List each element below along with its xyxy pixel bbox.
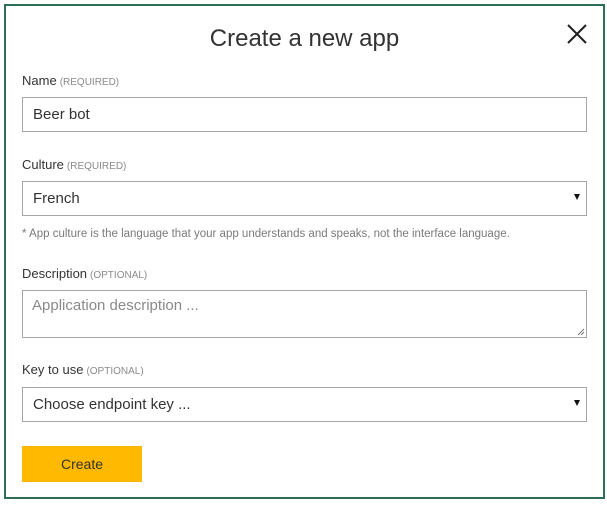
culture-selected-value: French	[33, 190, 80, 207]
key-optional-tag: (OPTIONAL)	[86, 366, 144, 377]
culture-label-text: Culture	[22, 157, 64, 172]
endpoint-key-select[interactable]: Choose endpoint key ...	[22, 387, 587, 422]
name-label: Name (REQUIRED)	[22, 73, 119, 88]
culture-label: Culture (REQUIRED)	[22, 157, 126, 172]
culture-select[interactable]: French	[22, 181, 587, 216]
description-textarea[interactable]: Application description ...	[22, 290, 587, 338]
resize-handle-icon[interactable]	[577, 328, 585, 336]
chevron-down-icon	[574, 400, 580, 406]
endpoint-key-selected-value: Choose endpoint key ...	[33, 396, 191, 413]
name-required-tag: (REQUIRED)	[59, 77, 120, 88]
description-placeholder: Application description ...	[32, 297, 199, 314]
description-label-text: Description	[22, 266, 88, 281]
chevron-down-icon	[574, 194, 580, 200]
culture-required-tag: (REQUIRED)	[66, 161, 127, 172]
description-optional-tag: (OPTIONAL)	[90, 270, 148, 281]
key-label-text: Key to use	[22, 362, 84, 377]
culture-note: * App culture is the language that your …	[22, 228, 510, 240]
close-icon[interactable]	[566, 23, 588, 45]
dialog-title: Create a new app	[209, 25, 400, 52]
name-label-text: Name	[22, 73, 57, 88]
key-label: Key to use (OPTIONAL)	[22, 362, 144, 377]
create-app-dialog: Create a new app Name (REQUIRED) Beer bot…	[4, 4, 605, 499]
name-input[interactable]: Beer bot	[22, 97, 587, 132]
create-button[interactable]: Create	[22, 446, 142, 482]
description-label: Description (OPTIONAL)	[22, 266, 147, 281]
name-input-value: Beer bot	[33, 106, 90, 123]
